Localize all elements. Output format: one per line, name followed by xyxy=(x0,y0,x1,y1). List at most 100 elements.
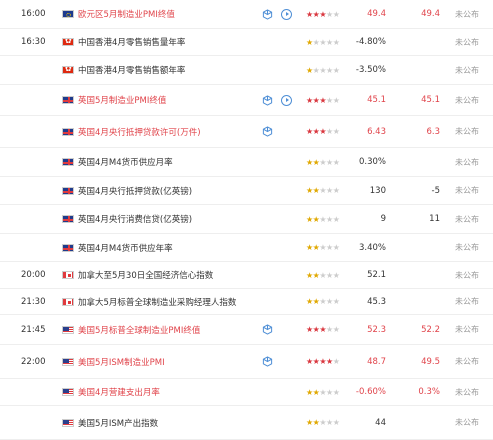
forecast-value xyxy=(400,406,440,439)
importance-stars: ★ ★ ★ ★ ★ xyxy=(306,262,340,288)
star-icon: ★ xyxy=(312,65,320,75)
hk-flag-icon xyxy=(62,38,74,46)
event-name[interactable]: 美国5月标普全球制造业PMI终值 xyxy=(78,315,200,344)
forecast-value: 11 xyxy=(429,214,440,224)
flag-cell xyxy=(62,29,74,55)
cube-icon[interactable] xyxy=(262,324,273,335)
star-icon: ★ xyxy=(312,37,320,47)
event-name[interactable]: 英国4月央行消费信贷(亿英镑) xyxy=(78,205,192,233)
event-name[interactable]: 英国4月M4货币供应月率 xyxy=(78,148,173,176)
calendar-row[interactable]: 英国4月央行抵押贷款(亿英镑) ★ ★ ★ ★ ★ 130 -5 未公布 xyxy=(0,177,493,205)
forecast-value: 49.5 xyxy=(421,356,440,367)
cube-icon[interactable] xyxy=(262,126,273,137)
star-icon: ★ xyxy=(306,127,313,136)
calendar-row[interactable]: 16:30中国香港4月零售销售量年率★★★★★-4.80%未公布 xyxy=(0,29,493,56)
calendar-row[interactable]: 英国4月M4货币供应月率 ★ ★ ★ ★ ★ 0.30% 未公布 xyxy=(0,148,493,177)
star-icon: ★ xyxy=(319,157,327,167)
calendar-row[interactable]: 英国5月制造业PMI终值 ★ ★ ★ ★ ★ 45.1 45.1 未公布 xyxy=(0,85,493,116)
event-name[interactable]: 中国香港4月零售销售量年率 xyxy=(78,29,185,55)
event-icons xyxy=(262,345,273,378)
flag-cell xyxy=(62,85,74,115)
star-icon: ★ xyxy=(319,127,327,136)
event-name[interactable]: 欧元区5月制造业PMI终值 xyxy=(78,0,175,28)
star-icon: ★ xyxy=(332,95,340,105)
cube-icon[interactable] xyxy=(262,356,273,367)
actual-value: 未公布 xyxy=(455,157,479,167)
importance-stars: ★ ★ ★ ★ ★ xyxy=(306,56,340,84)
calendar-row[interactable]: 美国4月营建支出月率 ★ ★ ★ ★ ★ -0.60% 0.3% 未公布 xyxy=(0,379,493,406)
star-icon: ★ xyxy=(326,65,333,75)
flag-cell xyxy=(62,0,74,28)
calendar-row[interactable]: 美国5月ISM产出指数 ★ ★ ★ ★ ★ 44 未公布 xyxy=(0,406,493,440)
star-icon: ★ xyxy=(326,297,333,306)
star-icon: ★ xyxy=(332,9,340,19)
importance-stars: ★ ★ ★ ★ ★ xyxy=(306,29,340,55)
event-name[interactable]: 美国4月营建支出月率 xyxy=(78,379,160,405)
calendar-row[interactable]: 英国4月央行消费信贷(亿英镑) ★ ★ ★ ★ ★ 9 11 未公布 xyxy=(0,205,493,234)
event-icons xyxy=(262,0,292,28)
play-icon[interactable] xyxy=(281,94,292,106)
event-name[interactable]: 英国4月央行抵押贷款(亿英镑) xyxy=(78,177,192,204)
star-icon: ★ xyxy=(319,214,327,224)
uk-flag-icon xyxy=(62,243,74,252)
forecast-value: 49.4 xyxy=(421,9,440,19)
star-icon: ★ xyxy=(319,37,327,47)
calendar-row[interactable]: 20:00 加拿大至5月30日全国经济信心指数 ★ ★ ★ ★ ★ 52.1 未公布 xyxy=(0,262,493,289)
event-name[interactable]: 加拿大至5月30日全国经济信心指数 xyxy=(78,262,213,288)
previous-value: 52.3 xyxy=(367,324,386,335)
previous-value: -3.50% xyxy=(355,65,386,75)
star-icon: ★ xyxy=(306,214,313,224)
star-icon: ★ xyxy=(306,297,313,306)
event-name[interactable]: 英国5月制造业PMI终值 xyxy=(78,85,166,115)
actual-value: 未公布 xyxy=(455,387,479,397)
event-time: 20:00 xyxy=(21,270,46,280)
calendar-row[interactable]: 22:00 美国5月ISM制造业PMI ★ ★ ★ ★ ★ 48.7 49.5 未公布 xyxy=(0,345,493,379)
previous-value: 44 xyxy=(375,417,386,428)
star-icon: ★ xyxy=(332,157,340,167)
calendar-row[interactable]: 英国4月M4货币供应年率 ★ ★ ★ ★ ★ 3.40% 未公布 xyxy=(0,234,493,262)
event-name[interactable]: 美国5月ISM产出指数 xyxy=(78,406,158,439)
actual-value: 未公布 xyxy=(455,127,479,136)
forecast-value xyxy=(400,148,440,176)
star-icon: ★ xyxy=(332,127,340,136)
star-icon: ★ xyxy=(332,37,340,47)
actual-value: 未公布 xyxy=(455,37,479,47)
star-icon: ★ xyxy=(306,186,313,195)
star-icon: ★ xyxy=(312,243,320,252)
flag-cell xyxy=(62,289,74,314)
forecast-value xyxy=(400,289,440,314)
flag-cell xyxy=(62,177,74,204)
previous-value: 6.43 xyxy=(367,126,386,137)
calendar-row[interactable]: 中国香港4月零售销售额年率★★★★★-3.50%未公布 xyxy=(0,56,493,85)
star-icon: ★ xyxy=(312,186,320,195)
cube-icon[interactable] xyxy=(262,8,273,20)
star-icon: ★ xyxy=(332,357,340,366)
star-icon: ★ xyxy=(312,214,320,224)
flag-cell xyxy=(62,406,74,439)
event-name[interactable]: 英国4月央行抵押贷款许可(万件) xyxy=(78,116,201,147)
event-name[interactable]: 加拿大5月标普全球制造业采购经理人指数 xyxy=(78,289,236,314)
cube-icon[interactable] xyxy=(262,94,273,106)
event-name[interactable]: 英国4月M4货币供应年率 xyxy=(78,234,173,261)
uk-flag-icon xyxy=(62,186,74,195)
calendar-row[interactable]: 16:00 欧元区5月制造业PMI终值 ★ ★ ★ ★ ★ 49.4 49.4 未公布 xyxy=(0,0,493,29)
us-flag-icon xyxy=(62,388,74,396)
star-icon: ★ xyxy=(326,325,333,334)
forecast-value: 6.3 xyxy=(426,126,440,137)
previous-value: 3.40% xyxy=(358,242,386,253)
star-icon: ★ xyxy=(332,418,340,427)
event-icons xyxy=(262,315,273,344)
uk-flag-icon xyxy=(62,215,74,223)
star-icon: ★ xyxy=(312,270,320,280)
calendar-row[interactable]: 英国4月央行抵押贷款许可(万件) ★ ★ ★ ★ ★ 6.43 6.3 未公布 xyxy=(0,116,493,148)
calendar-row[interactable]: 21:45 美国5月标普全球制造业PMI终值 ★ ★ ★ ★ ★ 52.3 52.2 未公布 xyxy=(0,315,493,345)
star-icon: ★ xyxy=(332,243,340,252)
event-name[interactable]: 美国5月ISM制造业PMI xyxy=(78,345,165,378)
play-icon[interactable] xyxy=(281,8,292,20)
event-name[interactable]: 中国香港4月零售销售额年率 xyxy=(78,56,185,84)
event-time: 21:30 xyxy=(21,296,46,307)
star-icon: ★ xyxy=(326,387,333,397)
star-icon: ★ xyxy=(319,297,327,306)
calendar-row[interactable]: 21:30 加拿大5月标普全球制造业采购经理人指数 ★ ★ ★ ★ ★ 45.3 未公布 xyxy=(0,289,493,315)
star-icon: ★ xyxy=(312,387,320,397)
